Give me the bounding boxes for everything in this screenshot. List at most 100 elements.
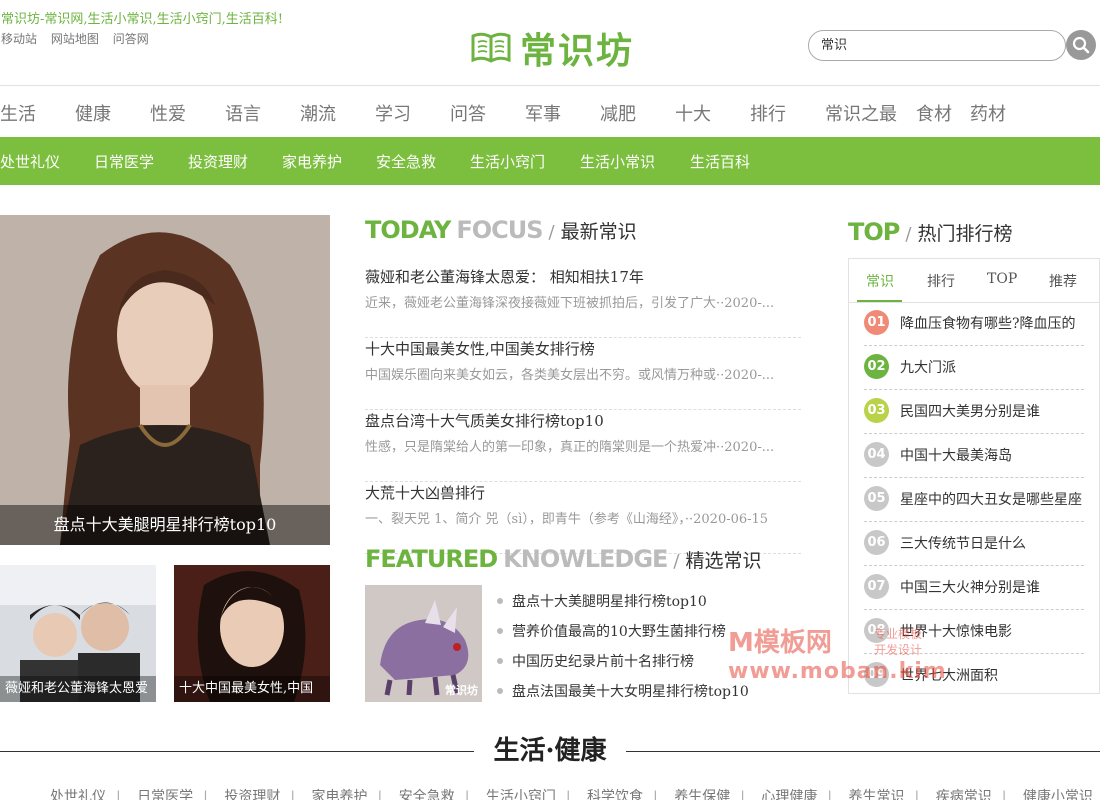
category-link[interactable]: 处世礼仪 (50, 789, 106, 800)
tab-top[interactable]: TOP (987, 271, 1017, 287)
rank-title[interactable]: 中国十大最美海岛 (900, 445, 1012, 465)
featured-link[interactable]: 盘点十大美腿明星排行榜top10 (512, 591, 707, 611)
ranking-item[interactable]: 03 民国四大美男分别是谁 (864, 390, 1084, 434)
separator: | (827, 789, 833, 800)
heading-en-secondary: FOCUS (456, 216, 543, 244)
news-item[interactable]: 大荒十大凶兽排行 一、裂天兕 1、简介 兕（sì），即青牛（参考《山海经》，··… (365, 482, 801, 554)
search-input[interactable]: 常识 (808, 30, 1066, 61)
featured-link[interactable]: 营养价值最高的10大野生菌排行榜 (512, 621, 726, 641)
site-logo[interactable]: 常识坊 (470, 22, 634, 74)
thumb-card[interactable]: 薇娅和老公董海锋太恩爱 (0, 565, 156, 702)
watermark-slogan-line: 开发设计 (874, 643, 923, 657)
rank-title[interactable]: 九大门派 (900, 357, 956, 377)
nav-item[interactable]: 健康 (75, 100, 111, 126)
category-link[interactable]: 投资理财 (224, 789, 280, 800)
rank-title[interactable]: 民国四大美男分别是谁 (900, 401, 1040, 421)
search-button[interactable] (1066, 30, 1096, 60)
nav-item[interactable]: 排行 (750, 100, 786, 126)
hero-image[interactable]: 盘点十大美腿明星排行榜top10 (0, 215, 330, 545)
news-summary: 一、裂天兕 1、简介 兕（sì），即青牛（参考《山海经》，··2020-06-1… (365, 512, 769, 527)
category-item[interactable]: 生活小常识 (580, 151, 655, 172)
category-item[interactable]: 投资理财 (188, 151, 248, 172)
watermark-url: www.moban.kim (728, 659, 947, 684)
section-title: 生活·健康 (493, 736, 607, 766)
mobile-site-link[interactable]: 移动站 (1, 32, 37, 46)
featured-link[interactable]: 中国历史纪录片前十名排行榜 (512, 651, 694, 671)
nav-item[interactable]: 减肥 (600, 100, 636, 126)
qa-site-link[interactable]: 问答网 (113, 32, 149, 46)
rank-number-badge: 04 (864, 442, 889, 467)
bullet-icon (497, 688, 503, 694)
ranking-item[interactable]: 06 三大传统节日是什么 (864, 522, 1084, 566)
rank-number-badge: 03 (864, 398, 889, 423)
thumb-caption: 十大中国最美女性,中国 (174, 676, 330, 702)
category-item[interactable]: 生活小窍门 (470, 151, 545, 172)
category-link[interactable]: 日常医学 (137, 789, 193, 800)
news-item[interactable]: 十大中国最美女性,中国美女排行榜 中国娱乐圈向来美女如云，各类美女层出不穷。或风… (365, 338, 801, 410)
news-title[interactable]: 薇娅和老公董海锋太恩爱： 相知相扶17年 (365, 266, 644, 287)
nav-item[interactable]: 学习 (375, 100, 411, 126)
rank-title[interactable]: 三大传统节日是什么 (900, 533, 1026, 553)
rank-title[interactable]: 星座中的四大丑女是哪些星座 (900, 489, 1082, 509)
category-link[interactable]: 科学饮食 (587, 789, 643, 800)
ranking-item[interactable]: 01 降血压食物有哪些?降血压的 (864, 302, 1084, 346)
nav-item[interactable]: 生活 (0, 100, 36, 126)
category-link[interactable]: 养生常识 (849, 789, 905, 800)
nav-item[interactable]: 食材 (916, 100, 952, 126)
news-title[interactable]: 大荒十大凶兽排行 (365, 482, 485, 503)
bullet-icon (497, 658, 503, 664)
tab-recommend[interactable]: 推荐 (1049, 271, 1077, 291)
heading-cn: 最新常识 (560, 221, 637, 243)
top-links: 移动站 网站地图 问答网 (1, 30, 159, 47)
search-icon (1072, 36, 1090, 54)
rank-title[interactable]: 降血压食物有哪些?降血压的 (900, 313, 1076, 333)
rank-title[interactable]: 中国三大火神分别是谁 (900, 577, 1040, 597)
nav-item[interactable]: 十大 (675, 100, 711, 126)
category-item[interactable]: 安全急救 (376, 151, 436, 172)
featured-link[interactable]: 盘点法国最美十大女明星排行榜top10 (512, 681, 749, 701)
category-item[interactable]: 日常医学 (94, 151, 154, 172)
ranking-item[interactable]: 07 中国三大火神分别是谁 (864, 566, 1084, 610)
heading-cn: 热门排行榜 (917, 223, 1013, 245)
ranking-tabs: 常识 排行 TOP 推荐 (849, 259, 1099, 303)
thumb-caption: 薇娅和老公董海锋太恩爱 (0, 676, 156, 702)
category-link[interactable]: 生活小窍门 (486, 789, 556, 800)
hero-caption[interactable]: 盘点十大美腿明星排行榜top10 (0, 505, 330, 545)
sitemap-link[interactable]: 网站地图 (51, 32, 99, 46)
nav-item[interactable]: 常识之最 (825, 100, 897, 126)
nav-item[interactable]: 潮流 (300, 100, 336, 126)
ranking-item[interactable]: 05 星座中的四大丑女是哪些星座 (864, 478, 1084, 522)
nav-item[interactable]: 问答 (450, 100, 486, 126)
category-item[interactable]: 生活百科 (690, 151, 750, 172)
category-link[interactable]: 疾病常识 (936, 789, 992, 800)
nav-item[interactable]: 语言 (225, 100, 261, 126)
category-item[interactable]: 处世礼仪 (0, 151, 60, 172)
ranking-item[interactable]: 04 中国十大最美海岛 (864, 434, 1084, 478)
featured-image[interactable]: 常识坊 (365, 585, 482, 702)
category-item[interactable]: 家电养护 (282, 151, 342, 172)
nav-item[interactable]: 性爱 (150, 100, 186, 126)
news-title[interactable]: 盘点台湾十大气质美女排行榜top10 (365, 410, 604, 431)
category-link[interactable]: 心理健康 (761, 789, 817, 800)
news-title[interactable]: 十大中国最美女性,中国美女排行榜 (365, 338, 595, 359)
separator: | (740, 789, 745, 800)
book-icon (471, 32, 511, 63)
category-link[interactable]: 健康小常识 (1023, 789, 1093, 800)
news-item[interactable]: 盘点台湾十大气质美女排行榜top10 性感，只是隋棠给人的第一印象，真正的隋棠则… (365, 410, 801, 482)
tab-ranking[interactable]: 排行 (927, 271, 955, 291)
category-link[interactable]: 家电养护 (312, 789, 368, 800)
heading-slash: / (905, 224, 912, 245)
thumb-card[interactable]: 十大中国最美女性,中国 (174, 565, 330, 702)
nav-item[interactable]: 药材 (970, 100, 1006, 126)
rank-number-badge: 01 (864, 310, 889, 335)
rank-number-badge: 06 (864, 530, 889, 555)
news-item[interactable]: 薇娅和老公董海锋太恩爱： 相知相扶17年 近来，薇娅老公董海锋深夜接薇娅下班被抓… (365, 266, 801, 338)
ranking-item[interactable]: 02 九大门派 (864, 346, 1084, 390)
category-link[interactable]: 养生保健 (674, 789, 730, 800)
bullet-icon (497, 628, 503, 634)
news-summary: 近来，薇娅老公董海锋深夜接薇娅下班被抓拍后，引发了广大··2020-... (365, 296, 775, 311)
category-link[interactable]: 安全急救 (399, 789, 455, 800)
logo-text: 常识坊 (520, 30, 635, 72)
tab-common[interactable]: 常识 (866, 271, 894, 291)
nav-item[interactable]: 军事 (525, 100, 561, 126)
